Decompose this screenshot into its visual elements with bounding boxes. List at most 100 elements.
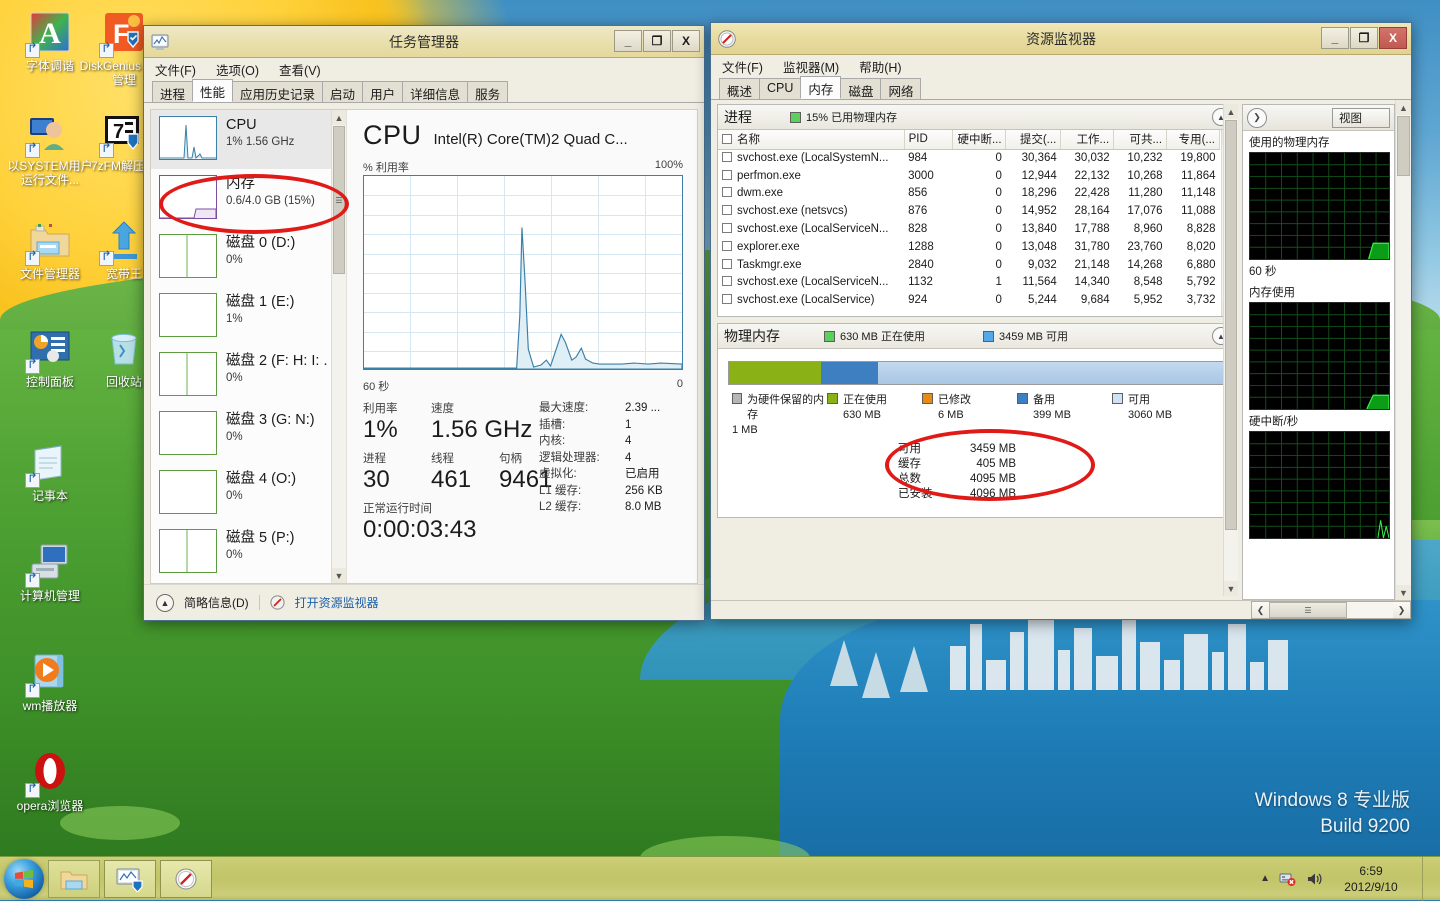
scroll-up-arrow[interactable]: ▲ <box>1224 104 1238 119</box>
network-error-icon[interactable] <box>1279 871 1297 887</box>
processes-table-header[interactable]: 名称 PID 硬中断... 提交(... 工作... 可共... 专用(... <box>718 130 1220 150</box>
maximize-button[interactable]: ❐ <box>1350 26 1378 49</box>
file-explorer-taskbar-button[interactable] <box>48 859 100 898</box>
resource-item-disk-0[interactable]: 磁盘 0 (D:) 0% <box>151 228 346 287</box>
tab-performance[interactable]: 性能 <box>192 79 234 102</box>
table-row[interactable]: explorer.exe 1288 0 13,048 31,780 23,760 8,020 <box>718 238 1220 256</box>
scroll-up-arrow[interactable]: ▲ <box>1396 100 1411 115</box>
resource-item-disk-3[interactable]: 磁盘 3 (G: N:) 0% <box>151 405 346 464</box>
system-tray[interactable]: ▲ 6:59 2012/9/10 <box>1260 856 1440 901</box>
row-checkbox[interactable] <box>722 152 732 163</box>
taskbar-clock[interactable]: 6:59 2012/9/10 <box>1333 863 1409 895</box>
horizontal-scrollbar-area[interactable]: ❮ ☰ ❯ <box>1251 601 1411 619</box>
table-row[interactable]: svchost.exe (netsvcs) 876 0 14,952 28,164 17,… <box>718 202 1220 220</box>
tab-services[interactable]: 服务 <box>467 81 509 102</box>
row-checkbox[interactable] <box>722 223 732 234</box>
row-checkbox[interactable] <box>722 169 732 180</box>
hscroll-right-arrow[interactable]: ❯ <box>1393 602 1410 618</box>
resource-item-cpu[interactable]: CPU 1% 1.56 GHz <box>151 110 346 169</box>
menu-file[interactable]: 文件(F) <box>152 59 199 80</box>
physical-memory-panel-header[interactable]: 物理内存 630 MB 正在使用 3459 MB 可用 ▲ <box>718 324 1236 349</box>
close-button[interactable]: X <box>1379 26 1407 49</box>
row-checkbox[interactable] <box>722 187 732 198</box>
task-manager-menubar[interactable]: 文件(F) 选项(O) 查看(V) <box>144 58 704 80</box>
menu-view[interactable]: 查看(V) <box>276 59 324 80</box>
table-row[interactable]: svchost.exe (LocalServiceN... 828 0 13,840 1… <box>718 220 1220 238</box>
task-manager-window[interactable]: 任务管理器 _ ❐ X 文件(F) 选项(O) 查看(V) 进程 性能 应用历史… <box>143 25 705 621</box>
col-pid[interactable]: PID <box>904 130 954 150</box>
resource-item-disk-1[interactable]: 磁盘 1 (E:) 1% <box>151 287 346 346</box>
task-manager-taskbar-button[interactable] <box>104 859 156 898</box>
task-manager-titlebar[interactable]: 任务管理器 _ ❐ X <box>144 26 704 58</box>
start-button[interactable] <box>4 858 44 899</box>
col-hard-faults[interactable]: 硬中断... <box>952 130 1007 150</box>
col-name[interactable]: 名称 <box>718 130 905 150</box>
table-row[interactable]: dwm.exe 856 0 18,296 22,428 11,280 11,148 <box>718 185 1220 203</box>
row-checkbox[interactable] <box>722 294 732 305</box>
tab-cpu[interactable]: CPU <box>759 78 802 99</box>
collapse-chevron-icon[interactable]: ▲ <box>156 593 174 612</box>
desktop-icon-notepad[interactable]: 记事本 <box>2 440 98 503</box>
volume-icon[interactable] <box>1306 871 1324 887</box>
scroll-down-arrow[interactable]: ▼ <box>1396 585 1411 600</box>
table-row[interactable]: Taskmgr.exe 2840 0 9,032 21,148 14,268 6,880 <box>718 256 1220 274</box>
scroll-up-arrow[interactable]: ▲ <box>332 110 346 125</box>
show-hidden-icons-button[interactable]: ▲ <box>1260 873 1270 884</box>
horizontal-scrollbar[interactable]: ❮ ☰ ❯ <box>1251 601 1411 619</box>
col-shareable[interactable]: 可共... <box>1113 130 1168 150</box>
menu-help[interactable]: 帮助(H) <box>856 56 904 77</box>
tab-disk[interactable]: 磁盘 <box>840 78 882 99</box>
row-checkbox[interactable] <box>722 240 732 251</box>
tab-memory[interactable]: 内存 <box>800 76 842 99</box>
hscroll-left-arrow[interactable]: ❮ <box>1252 602 1269 618</box>
scroll-down-arrow[interactable]: ▼ <box>1224 581 1238 596</box>
minimize-button[interactable]: _ <box>1321 26 1349 49</box>
open-resource-monitor-link[interactable]: 打开资源监视器 <box>295 594 379 611</box>
processes-panel-header[interactable]: 进程 15% 已用物理内存 ▲ <box>718 105 1236 130</box>
performance-resource-list[interactable]: CPU 1% 1.56 GHz 内存 0.6/4.0 GB (15%) 磁盘 0… <box>151 110 347 583</box>
table-row[interactable]: svchost.exe (LocalServiceN... 1132 1 11,564… <box>718 274 1220 292</box>
desktop-icon-opera[interactable]: opera浏览器 <box>2 750 98 813</box>
taskbar[interactable]: ▲ 6:59 2012/9/10 <box>0 856 1440 901</box>
resource-monitor-tabstrip[interactable]: 概述 CPU 内存 磁盘 网络 <box>711 76 1411 100</box>
resource-item-disk-5[interactable]: 磁盘 5 (P:) 0% <box>151 523 346 582</box>
hscroll-thumb[interactable]: ☰ <box>1269 602 1347 618</box>
show-desktop-button[interactable] <box>1422 856 1432 901</box>
tab-overview[interactable]: 概述 <box>719 78 761 99</box>
fewer-details-label[interactable]: 简略信息(D) <box>184 594 249 611</box>
scroll-thumb[interactable]: ☰ <box>333 126 345 274</box>
resource-monitor-menubar[interactable]: 文件(F) 监视器(M) 帮助(H) <box>711 55 1411 77</box>
resource-monitor-window-scrollbar[interactable]: ▲ ▼ <box>1395 100 1411 600</box>
resource-item-disk-2[interactable]: 磁盘 2 (F: H: I: . 0% <box>151 346 346 405</box>
resource-monitor-taskbar-button[interactable] <box>160 859 212 898</box>
resource-monitor-titlebar[interactable]: 资源监视器 _ ❐ X <box>711 23 1411 55</box>
tab-app-history[interactable]: 应用历史记录 <box>232 81 324 102</box>
col-commit[interactable]: 提交(... <box>1005 130 1062 150</box>
resource-monitor-content-scrollbar[interactable]: ▲ ▼ <box>1223 104 1238 596</box>
task-manager-tabstrip[interactable]: 进程 性能 应用历史记录 启动 用户 详细信息 服务 <box>144 79 704 103</box>
resource-item-memory[interactable]: 内存 0.6/4.0 GB (15%) <box>151 169 346 228</box>
processes-table[interactable]: 名称 PID 硬中断... 提交(... 工作... 可共... 专用(... … <box>718 130 1220 309</box>
graph-panel-header[interactable]: ❯ 视图 <box>1243 105 1394 131</box>
menu-file[interactable]: 文件(F) <box>719 56 766 77</box>
scroll-thumb[interactable] <box>1397 116 1410 176</box>
task-manager-window-controls[interactable]: _ ❐ X <box>613 29 700 54</box>
tab-startup[interactable]: 启动 <box>322 81 364 102</box>
resource-monitor-window[interactable]: 资源监视器 _ ❐ X 文件(F) 监视器(M) 帮助(H) 概述 CPU 内存… <box>710 22 1412 620</box>
col-working-set[interactable]: 工作... <box>1060 130 1115 150</box>
minimize-button[interactable]: _ <box>614 29 642 52</box>
col-private[interactable]: 专用(... <box>1166 130 1220 150</box>
expand-chevron-icon[interactable]: ❯ <box>1247 107 1267 128</box>
menu-options[interactable]: 选项(O) <box>213 59 262 80</box>
tab-users[interactable]: 用户 <box>362 81 404 102</box>
maximize-button[interactable]: ❐ <box>643 29 671 52</box>
table-row[interactable]: perfmon.exe 3000 0 12,944 22,132 10,268 11,864 <box>718 167 1220 185</box>
tab-details[interactable]: 详细信息 <box>402 81 469 102</box>
sidebar-scrollbar[interactable]: ▲ ☰ ▼ <box>331 110 346 583</box>
view-button[interactable]: 视图 <box>1332 107 1390 128</box>
resource-monitor-window-controls[interactable]: _ ❐ X <box>1320 26 1407 51</box>
resource-item-disk-4[interactable]: 磁盘 4 (O:) 0% <box>151 464 346 523</box>
desktop-icon-computer-management[interactable]: 计算机管理 <box>2 540 98 603</box>
tab-network[interactable]: 网络 <box>880 78 922 99</box>
scroll-down-arrow[interactable]: ▼ <box>332 568 346 583</box>
